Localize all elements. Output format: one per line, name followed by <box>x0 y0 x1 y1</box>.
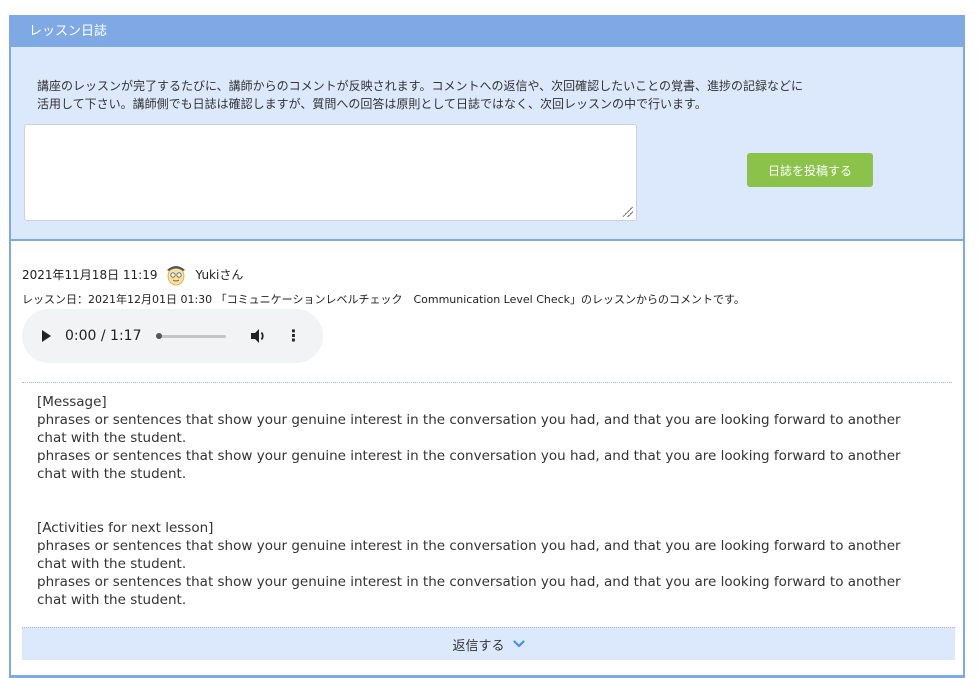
activities-line: phrases or sentences that show your genu… <box>37 574 901 590</box>
message-line: chat with the student. <box>37 466 187 482</box>
avatar <box>163 261 189 287</box>
divider <box>22 382 952 383</box>
entry-timestamp: 2021年11月18日 11:19 <box>22 267 158 282</box>
audio-player[interactable]: 0:00 / 1:17 ⋮ <box>22 309 323 363</box>
lesson-info: レッスン日：2021年12月01日 01:30 「コミュニケーションレベルチェッ… <box>22 293 745 306</box>
resize-grip-icon[interactable] <box>623 207 633 217</box>
activities-line: chat with the student. <box>37 592 187 608</box>
message-line: phrases or sentences that show your genu… <box>37 412 901 428</box>
entry-author[interactable]: Yukiさん <box>195 266 243 283</box>
journal-textarea[interactable] <box>24 124 637 221</box>
message-heading: [Message] <box>37 394 107 410</box>
play-icon[interactable] <box>42 330 51 342</box>
message-line: chat with the student. <box>37 430 187 446</box>
more-options-icon[interactable]: ⋮ <box>286 328 302 344</box>
activities-line: chat with the student. <box>37 556 187 572</box>
volume-icon[interactable] <box>250 328 268 344</box>
audio-progress-knob[interactable] <box>155 332 162 339</box>
message-line: phrases or sentences that show your genu… <box>37 448 901 464</box>
audio-progress-slider[interactable] <box>155 332 226 339</box>
compose-section: 講座のレッスンが完了するたびに、講師からのコメントが反映されます。コメントへの返… <box>11 47 963 241</box>
chevron-down-icon <box>512 640 525 648</box>
entry-meta: 2021年11月18日 11:19 Yukiさん <box>22 261 243 287</box>
compose-description: 講座のレッスンが完了するたびに、講師からのコメントが反映されます。コメントへの返… <box>37 77 937 113</box>
description-line-2: 活用して下さい。講師側でも日誌は確認しますが、質問への回答は原則として日誌ではな… <box>37 97 707 111</box>
comment-body: [Message] phrases or sentences that show… <box>37 393 937 609</box>
panel-title: レッスン日誌 <box>11 17 963 47</box>
audio-time: 0:00 / 1:17 <box>65 328 142 344</box>
description-line-1: 講座のレッスンが完了するたびに、講師からのコメントが反映されます。コメントへの返… <box>37 79 803 93</box>
journal-entry: 2021年11月18日 11:19 Yukiさん レッスン日：2021年12月0… <box>11 241 963 673</box>
reply-label: 返信する <box>452 638 505 654</box>
post-journal-button[interactable]: 日誌を投稿する <box>747 153 873 187</box>
activities-heading: [Activities for next lesson] <box>37 520 214 536</box>
lesson-journal-panel: レッスン日誌 講座のレッスンが完了するたびに、講師からのコメントが反映されます。… <box>9 15 965 678</box>
avatar-icon <box>167 266 186 286</box>
activities-line: phrases or sentences that show your genu… <box>37 538 901 554</box>
reply-button[interactable]: 返信する <box>22 627 955 660</box>
